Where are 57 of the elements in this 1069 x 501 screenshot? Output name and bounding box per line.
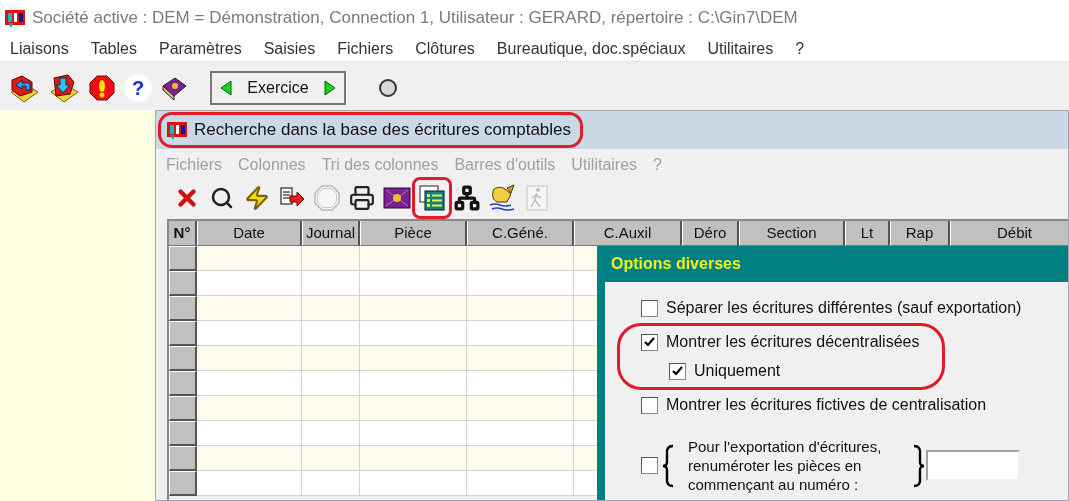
help-button[interactable]: ? <box>124 74 152 102</box>
table-cell <box>302 346 360 371</box>
folder-arrow-icon[interactable] <box>48 72 80 104</box>
menu-item[interactable]: Utilitaires <box>707 36 774 61</box>
exercise-button[interactable]: Exercice <box>210 71 346 105</box>
table-cell <box>302 446 360 471</box>
row-header[interactable] <box>169 371 197 396</box>
folder-arrow-icon[interactable] <box>8 72 40 104</box>
number-field[interactable] <box>926 450 1020 481</box>
circle-icon <box>378 78 398 98</box>
checkbox[interactable] <box>641 333 658 351</box>
dialog-title: Options diverses <box>611 254 741 274</box>
menu-item[interactable]: Tables <box>90 36 137 61</box>
table-cell <box>302 421 360 446</box>
row-header[interactable] <box>169 421 197 446</box>
option-label: Séparer les écritures différentes (sauf exportation) <box>666 298 1022 318</box>
table-cell <box>302 321 360 346</box>
row-header[interactable] <box>169 446 197 471</box>
option-label: Montrer les écritures décentralisées <box>666 332 920 352</box>
table-cell <box>302 296 360 321</box>
row-header[interactable] <box>169 271 197 296</box>
row-header[interactable] <box>169 346 197 371</box>
row-header[interactable] <box>169 296 197 321</box>
menu-item[interactable]: Saisies <box>263 36 316 61</box>
triangle-left-icon <box>220 80 232 96</box>
checkbox[interactable] <box>669 362 686 380</box>
brace-icon <box>661 443 675 488</box>
menu-item[interactable]: Liaisons <box>10 36 69 61</box>
menu-item[interactable]: Bureautique, doc.spéciaux <box>496 36 686 61</box>
triangle-right-icon <box>324 80 336 96</box>
table-cell <box>302 471 360 496</box>
menu-item[interactable]: Paramètres <box>158 36 242 61</box>
brace-icon <box>912 443 926 488</box>
table-cell <box>302 271 360 296</box>
row-header[interactable] <box>169 321 197 346</box>
checkbox[interactable] <box>641 396 658 414</box>
option-label: Montrer les écritures fictives de centralisation <box>666 395 987 415</box>
row-header[interactable] <box>169 471 197 496</box>
table-cell <box>302 246 360 271</box>
checkmark-icon <box>672 366 683 376</box>
table-cell <box>302 371 360 396</box>
checkbox[interactable] <box>641 457 658 474</box>
menu-item[interactable]: ? <box>795 36 805 61</box>
window-title: Recherche dans la base des écritures comptables <box>194 119 572 142</box>
window-title: Société active : DEM = Démonstration, Connection 1, Utilisateur : GERARD, répertoire : C:\Gin7\DEM <box>32 7 798 30</box>
table-cell <box>302 396 360 421</box>
row-header[interactable] <box>169 246 197 271</box>
app-logo-icon <box>166 119 188 141</box>
row-header[interactable] <box>169 396 197 421</box>
checkmark-icon <box>644 337 655 347</box>
checkbox[interactable] <box>641 299 658 317</box>
option-label: Uniquement <box>694 361 781 381</box>
alert-icon[interactable] <box>88 74 116 102</box>
menu-item[interactable]: Fichiers <box>337 36 394 61</box>
menu-item[interactable]: Clôtures <box>415 36 475 61</box>
option-label: Pour l'exportation d'écritures, renuméroter les pièces en commençant au numéro : <box>688 437 883 494</box>
app-logo-icon <box>4 7 26 29</box>
